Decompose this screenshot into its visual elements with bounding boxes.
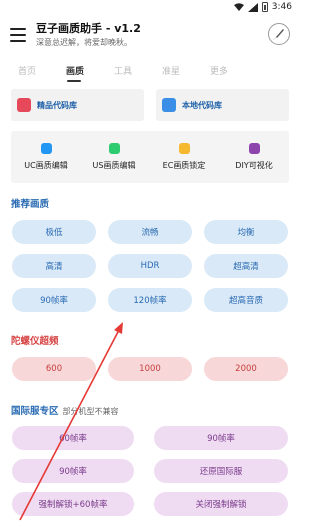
gyro-overclock-title: 陀螺仪超频 <box>11 336 59 347</box>
intl-zone-title: 国际服专区 部分机型不兼容 <box>11 403 119 417</box>
local-library-icon <box>162 98 176 112</box>
us-edit-icon <box>108 143 120 154</box>
battery-icon <box>261 2 268 12</box>
quality-hd-button[interactable]: 高清 <box>12 254 96 278</box>
status-bar: 3:46 <box>0 0 300 16</box>
signal-icon <box>247 2 258 12</box>
gem-library-icon <box>17 98 31 112</box>
diy-visual-button[interactable]: DIY可视化 <box>219 131 289 183</box>
ec-lock-icon <box>178 143 190 154</box>
menu-icon[interactable] <box>10 28 26 42</box>
disable-force-unlock-button[interactable]: 关闭强制解锁 <box>154 492 288 516</box>
ultra-audio-button[interactable]: 超高音质 <box>204 288 288 312</box>
quality-hdr-button[interactable]: HDR <box>108 254 192 278</box>
gyro-1000-button[interactable]: 1000 <box>108 357 192 381</box>
tab-tools[interactable]: 工具 <box>114 64 132 77</box>
intl-zone-title-text: 国际服专区 <box>11 406 59 417</box>
fps-90-button[interactable]: 90帧率 <box>12 288 96 312</box>
wifi-icon <box>233 3 244 11</box>
intl-fps-90-button[interactable]: 90帧率 <box>154 426 288 450</box>
annotation-arrow-head <box>114 322 123 334</box>
intl-zone-subtitle: 部分机型不兼容 <box>62 407 119 416</box>
tab-home[interactable]: 首页 <box>18 64 36 77</box>
intl-fps-60-button[interactable]: 60帧率 <box>12 426 134 450</box>
local-code-library-label: 本地代码库 <box>182 100 222 110</box>
app-header: 豆子画质助手 - v1.2 深意总迟解，将爱却晚秋。 <box>0 16 300 58</box>
tab-quality[interactable]: 画质 <box>66 64 84 77</box>
uc-quality-edit-button[interactable]: UC画质编辑 <box>11 131 81 183</box>
us-quality-edit-label: US画质编辑 <box>92 161 136 170</box>
local-code-library-button[interactable]: 本地代码库 <box>156 89 289 121</box>
brush-icon[interactable] <box>268 23 290 45</box>
uc-quality-edit-label: UC画质编辑 <box>24 161 68 170</box>
app-title: 豆子画质助手 - v1.2 <box>36 22 141 35</box>
gyro-600-button[interactable]: 600 <box>12 357 96 381</box>
tool-panel: UC画质编辑 US画质编辑 EC画质锁定 DIY可视化 <box>11 131 289 183</box>
uc-edit-icon <box>40 143 52 154</box>
tab-bar: 首页 画质 工具 准星 更多 <box>0 64 300 84</box>
force-unlock-60fps-button[interactable]: 强制解锁+60帧率 <box>12 492 134 516</box>
tab-crosshair[interactable]: 准星 <box>162 64 180 77</box>
quality-very-low-button[interactable]: 极低 <box>12 220 96 244</box>
diy-visual-label: DIY可视化 <box>235 161 273 170</box>
tab-more[interactable]: 更多 <box>210 64 228 77</box>
active-tab-indicator <box>67 80 81 82</box>
ec-quality-lock-label: EC画质锁定 <box>162 161 206 170</box>
quality-smooth-button[interactable]: 流畅 <box>108 220 192 244</box>
intl-fps-90-alt-button[interactable]: 90帧率 <box>12 459 134 483</box>
status-time: 3:46 <box>271 2 292 12</box>
premium-code-library-button[interactable]: 精品代码库 <box>11 89 144 121</box>
fps-120-button[interactable]: 120帧率 <box>108 288 192 312</box>
gyro-2000-button[interactable]: 2000 <box>204 357 288 381</box>
paintbrush-icon <box>273 29 284 40</box>
status-icons: 3:46 <box>233 2 292 12</box>
app-subtitle: 深意总迟解，将爱却晚秋。 <box>36 38 132 47</box>
premium-code-library-label: 精品代码库 <box>37 100 77 110</box>
quality-ultra-hd-button[interactable]: 超高清 <box>204 254 288 278</box>
diy-visual-icon <box>248 143 260 154</box>
us-quality-edit-button[interactable]: US画质编辑 <box>79 131 149 183</box>
ec-quality-lock-button[interactable]: EC画质锁定 <box>149 131 219 183</box>
quality-balanced-button[interactable]: 均衡 <box>204 220 288 244</box>
restore-intl-button[interactable]: 还原国际服 <box>154 459 288 483</box>
recommended-quality-title: 推荐画质 <box>11 199 50 210</box>
